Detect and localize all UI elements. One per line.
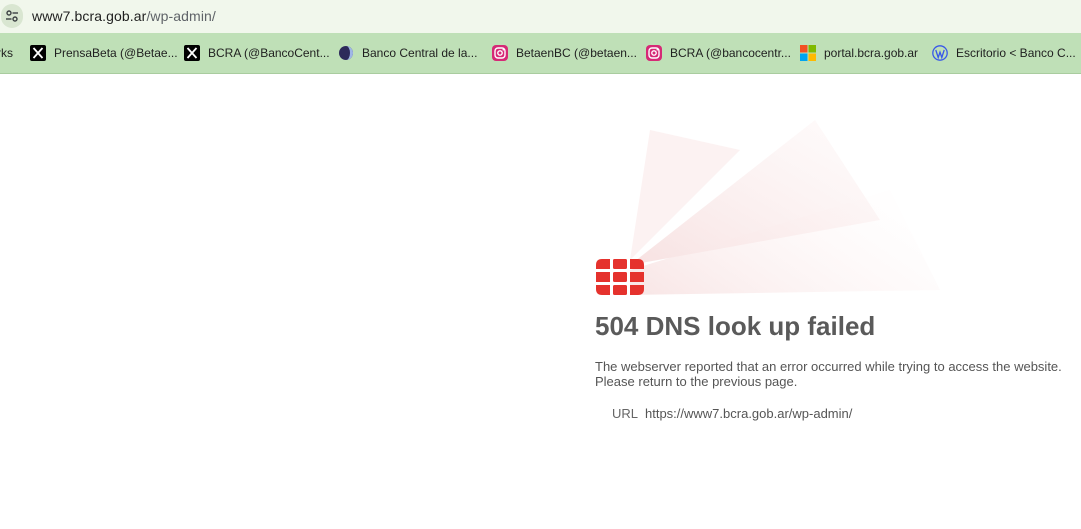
instagram-icon	[646, 45, 662, 61]
bookmark-label: Escritorio < Banco C...	[956, 46, 1076, 60]
bookmark-label: Banco Central de la...	[362, 46, 478, 60]
bookmark-item[interactable]: PrensaBeta (@Betae...	[30, 33, 178, 73]
url-label: URL	[612, 406, 639, 421]
x-logo-icon	[30, 45, 46, 61]
bookmark-label: BCRA (@bancocentr...	[670, 46, 791, 60]
bookmark-label: portal.bcra.gob.ar	[824, 46, 919, 60]
bookmark-item[interactable]: Banco Central de la...	[338, 33, 477, 73]
bcra-favicon-icon	[339, 46, 353, 60]
site-info-button[interactable]	[1, 4, 23, 28]
microsoft-logo-icon	[800, 45, 816, 61]
url-host: www7.bcra.gob.ar	[32, 8, 147, 24]
bookmark-label: BetaenBC (@betaen...	[516, 46, 637, 60]
address-bar[interactable]: www7.bcra.gob.ar/wp-admin/	[0, 0, 1081, 33]
bookmark-item[interactable]: BetaenBC (@betaen...	[492, 33, 637, 73]
error-title: 504 DNS look up failed	[595, 311, 876, 341]
light-rays-decoration	[630, 120, 940, 295]
fortinet-logo-icon	[596, 259, 644, 295]
bookmark-item[interactable]: portal.bcra.gob.ar	[800, 33, 918, 73]
instagram-icon	[492, 45, 508, 61]
bookmark-label: PrensaBeta (@Betae...	[54, 46, 178, 60]
bookmark-label: rks	[0, 46, 13, 60]
error-message: The webserver reported that an error occ…	[595, 359, 1062, 389]
wordpress-icon	[932, 45, 948, 61]
bookmark-item[interactable]: BCRA (@bancocentr...	[646, 33, 791, 73]
x-logo-icon	[184, 45, 200, 61]
bookmark-item[interactable]: Escritorio < Banco C...	[932, 33, 1076, 73]
error-message-line: The webserver reported that an error occ…	[595, 359, 1062, 374]
bookmark-item[interactable]: rks	[0, 33, 13, 73]
bookmarks-bar: rks PrensaBeta (@Betae... BCRA (@BancoCe…	[0, 33, 1081, 74]
url-path: /wp-admin/	[146, 8, 216, 24]
url-field[interactable]: www7.bcra.gob.ar/wp-admin/	[32, 8, 216, 24]
tune-icon	[6, 10, 18, 22]
bookmark-item[interactable]: BCRA (@BancoCent...	[184, 33, 330, 73]
bookmark-label: BCRA (@BancoCent...	[208, 46, 330, 60]
url-value: https://www7.bcra.gob.ar/wp-admin/	[645, 406, 853, 421]
error-message-line: Please return to the previous page.	[595, 374, 798, 389]
